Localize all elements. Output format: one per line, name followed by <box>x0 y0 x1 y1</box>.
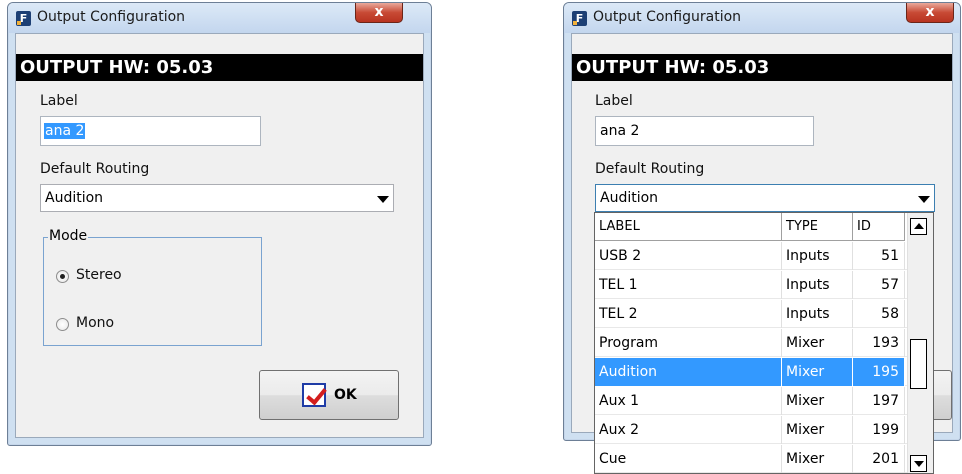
cell-label: Aux 2 <box>595 416 782 444</box>
cell-type: Inputs <box>782 271 853 299</box>
default-routing-value: Audition <box>600 190 659 206</box>
output-config-dialog-left: F Output Configuration x OUTPUT HW: 05.0… <box>7 2 432 446</box>
cell-type: Mixer <box>782 329 853 357</box>
mode-option-stereo[interactable]: Stereo <box>76 267 122 283</box>
cell-id: 57 <box>853 271 905 299</box>
list-item[interactable]: TEL 2 Inputs 58 <box>595 300 907 328</box>
mode-option-mono[interactable]: Mono <box>76 315 114 331</box>
label-input[interactable]: ana 2 <box>595 116 814 146</box>
chevron-down-icon[interactable] <box>918 196 930 203</box>
cell-type: Mixer <box>782 445 853 473</box>
cell-label: Program <box>595 329 782 357</box>
scroll-down-icon[interactable] <box>910 455 927 472</box>
default-routing-caption: Default Routing <box>40 161 150 177</box>
column-header-label[interactable]: LABEL <box>595 213 782 241</box>
radio-icon[interactable] <box>56 318 69 331</box>
cell-id: 193 <box>853 329 905 357</box>
app-logo-icon: F <box>16 11 31 26</box>
list-item[interactable]: TEL 1 Inputs 57 <box>595 271 907 299</box>
cell-id: 51 <box>853 242 905 270</box>
cell-type: Mixer <box>782 387 853 415</box>
radio-icon[interactable] <box>56 270 69 283</box>
ok-check-icon <box>302 383 326 407</box>
ok-button[interactable]: OK <box>259 370 399 420</box>
close-icon[interactable]: x <box>906 3 954 23</box>
default-routing-caption: Default Routing <box>595 161 705 177</box>
scroll-thumb[interactable] <box>910 339 927 389</box>
cell-label: Cue <box>595 445 782 473</box>
cell-id: 201 <box>853 445 905 473</box>
default-routing-select[interactable]: Audition <box>40 184 394 212</box>
chevron-down-icon[interactable] <box>377 196 389 203</box>
hw-header: OUTPUT HW: 05.03 <box>572 54 952 81</box>
cell-type: Inputs <box>782 300 853 328</box>
cell-label: USB 2 <box>595 242 782 270</box>
cell-type: Mixer <box>782 358 853 386</box>
label-input[interactable]: ana 2 <box>40 116 261 146</box>
title-bar[interactable]: F Output Configuration x <box>8 3 431 33</box>
window-title: Output Configuration <box>593 9 742 25</box>
ok-button-label: OK <box>334 387 357 403</box>
label-caption: Label <box>40 93 78 109</box>
cell-label: TEL 2 <box>595 300 782 328</box>
dialog-body: OUTPUT HW: 05.03 Label ana 2 Default Rou… <box>15 33 424 438</box>
label-input-value: ana 2 <box>44 123 86 139</box>
close-icon[interactable]: x <box>355 3 403 23</box>
cell-type: Inputs <box>782 242 853 270</box>
list-item[interactable]: USB 2 Inputs 51 <box>595 242 907 270</box>
column-header-type[interactable]: TYPE <box>782 213 853 241</box>
hw-header: OUTPUT HW: 05.03 <box>16 54 423 81</box>
default-routing-value: Audition <box>45 190 104 206</box>
window-title: Output Configuration <box>37 9 186 25</box>
cell-label: TEL 1 <box>595 271 782 299</box>
cell-id: 195 <box>853 358 905 386</box>
list-item[interactable]: Cue Mixer 201 <box>595 445 907 473</box>
scrollbar[interactable] <box>907 213 933 473</box>
scroll-up-icon[interactable] <box>910 218 927 235</box>
list-item[interactable]: Program Mixer 193 <box>595 329 907 357</box>
cell-id: 197 <box>853 387 905 415</box>
cell-label: Audition <box>595 358 782 386</box>
cell-id: 58 <box>853 300 905 328</box>
cell-type: Mixer <box>782 416 853 444</box>
column-header-id[interactable]: ID <box>853 213 905 241</box>
list-item[interactable]: Audition Mixer 195 <box>595 358 907 386</box>
title-bar[interactable]: F Output Configuration x <box>564 3 960 33</box>
cell-id: 199 <box>853 416 905 444</box>
list-item[interactable]: Aux 1 Mixer 197 <box>595 387 907 415</box>
mode-caption: Mode <box>48 228 89 244</box>
routing-dropdown-list[interactable]: LABEL TYPE ID USB 2 Inputs 51 TEL 1 Inputs 57… <box>594 212 934 474</box>
app-logo-icon: F <box>572 11 587 26</box>
default-routing-select[interactable]: Audition <box>595 184 935 212</box>
label-input-value: ana 2 <box>600 123 640 139</box>
list-item[interactable]: Aux 2 Mixer 199 <box>595 416 907 444</box>
mode-groupbox: Mode Stereo Mono <box>43 228 262 346</box>
cell-label: Aux 1 <box>595 387 782 415</box>
label-caption: Label <box>595 93 633 109</box>
